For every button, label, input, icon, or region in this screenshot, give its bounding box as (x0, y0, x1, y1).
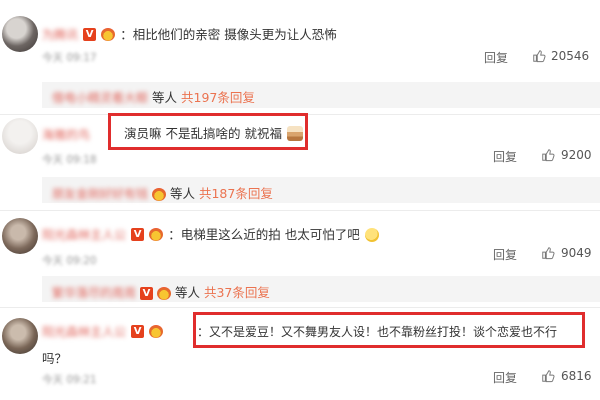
comment-time: 今天 09:20 (42, 255, 97, 267)
commenter-name[interactable]: 为腾讯 (42, 28, 78, 42)
replier-names[interactable]: 朋友金刚好好有钱 (52, 187, 148, 201)
like-count: 9049 (561, 246, 592, 260)
replier-suffix: 等人 (174, 285, 200, 300)
thumbs-up-icon[interactable] (541, 369, 555, 383)
comment-text: ：相比他们的亲密 摄像头更为让人恐怖 (120, 27, 337, 42)
replier-suffix: 等人 (152, 90, 178, 105)
v-badge-icon: V (131, 228, 145, 241)
comment-text: ：又不是爱豆！又不舞男友人设！也不靠粉丝打投！谈个恋爱也不行 (197, 325, 558, 339)
comment-time: 今天 09:21 (42, 374, 97, 386)
reply-button[interactable]: 回复 (484, 49, 508, 66)
divider (0, 210, 600, 211)
avatar[interactable] (2, 16, 38, 52)
reply-count-link[interactable]: 共187条回复 (199, 186, 273, 201)
commenter-name[interactable]: 阳光森林主人公 (42, 228, 126, 242)
divider (0, 307, 600, 308)
reply-count-link[interactable]: 共37条回复 (204, 285, 270, 300)
comment-time: 今天 09:18 (42, 154, 97, 166)
crown-icon (149, 228, 164, 241)
crown-icon (156, 287, 171, 300)
thumbs-up-icon[interactable] (541, 148, 555, 162)
comment-text: 演员嘛 不是乱搞啥的 就祝福 (124, 126, 282, 141)
comment-text-continued: 吗？ (42, 351, 68, 366)
crown-icon (101, 28, 116, 41)
commenter-name[interactable]: 阳光森林主人公 (42, 325, 126, 339)
commenter-name[interactable]: 海雅的鸟 (42, 126, 90, 143)
cake-icon (287, 126, 304, 141)
avatar[interactable] (2, 118, 38, 154)
avatar[interactable] (2, 218, 38, 254)
v-badge-icon: V (140, 287, 153, 300)
smile-emoji-icon (364, 227, 379, 242)
crown-icon (149, 325, 164, 338)
v-badge-icon: V (131, 325, 145, 338)
thumbs-up-icon[interactable] (541, 246, 555, 260)
reply-button[interactable]: 回复 (493, 369, 517, 386)
crown-icon (152, 188, 166, 201)
reply-button[interactable]: 回复 (493, 246, 517, 263)
reply-button[interactable]: 回复 (493, 148, 517, 165)
replier-names[interactable]: 繁华落尽的周周 (52, 286, 136, 300)
like-count: 20546 (551, 49, 590, 63)
reply-count-link[interactable]: 共197条回复 (181, 90, 255, 105)
replier-names[interactable]: 借电小精灵看大眼 (52, 91, 148, 105)
thumbs-up-icon[interactable] (532, 49, 546, 63)
comment-text: ：电梯里这么近的拍 也太可怕了吧 (168, 227, 360, 242)
replier-suffix: 等人 (169, 186, 195, 201)
like-count: 9200 (561, 148, 592, 162)
like-count: 6816 (561, 369, 592, 383)
v-badge-icon: V (83, 28, 97, 41)
comment-time: 今天 09:17 (42, 52, 97, 64)
avatar[interactable] (2, 318, 38, 354)
